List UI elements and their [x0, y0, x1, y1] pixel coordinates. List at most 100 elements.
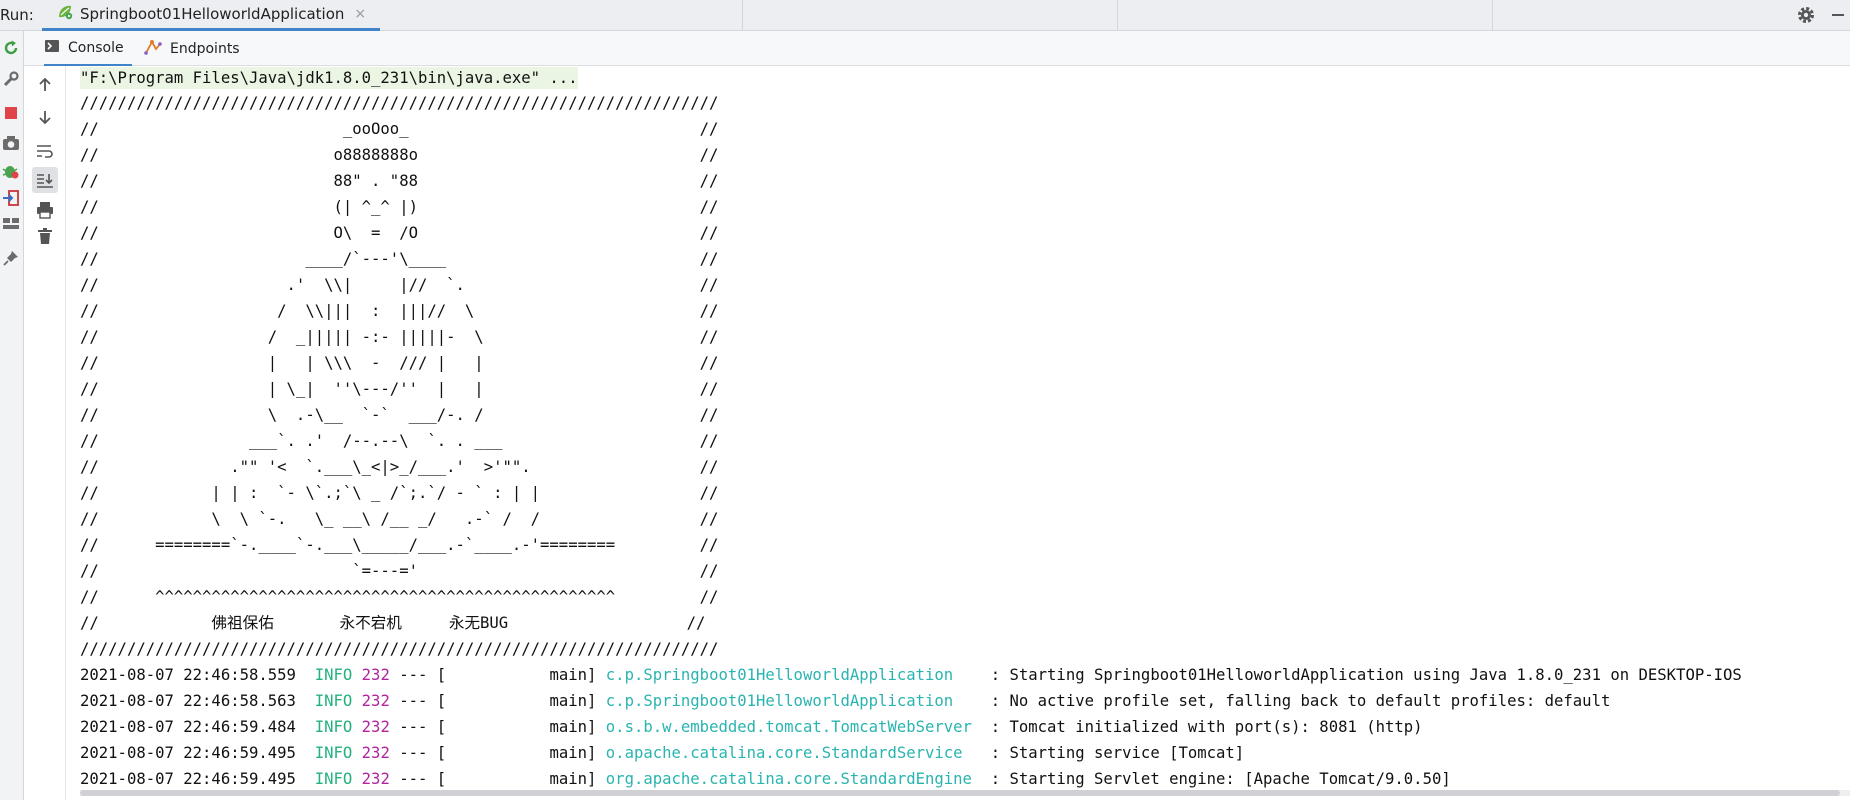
pin-icon[interactable]	[0, 247, 22, 269]
login-icon[interactable]	[0, 187, 22, 209]
log-message: : Starting Servlet engine: [Apache Tomca…	[981, 770, 1451, 788]
run-tab-springboot-app[interactable]: Springboot01HelloworldApplication ×	[42, 0, 380, 31]
banner-line: // ========`-.____`-.___\_____/___.-`___…	[80, 536, 719, 554]
log-line: 2021-08-07 22:46:58.559 INFO 232 --- [ m…	[80, 664, 1742, 686]
stop-icon[interactable]	[0, 102, 22, 124]
log-message: : Tomcat initialized with port(s): 8081 …	[981, 718, 1423, 736]
banner-line: // / _||||| -:- |||||- \ //	[80, 328, 719, 346]
log-line: 2021-08-07 22:46:59.484 INFO 232 --- [ m…	[80, 716, 1423, 738]
banner-line: // ___`. .' /--.--\ `. . ___ //	[80, 432, 719, 450]
log-line: 2021-08-07 22:46:58.563 INFO 232 --- [ m…	[80, 690, 1610, 712]
layout-icon[interactable]	[0, 213, 22, 235]
log-thread: [ main]	[436, 744, 597, 762]
log-level: INFO	[314, 692, 353, 710]
log-pid: 232	[361, 770, 390, 788]
banner-line: // (| ^_^ |) //	[80, 198, 719, 216]
banner-line: // ^^^^^^^^^^^^^^^^^^^^^^^^^^^^^^^^^^^^^…	[80, 588, 719, 606]
log-pid: 232	[361, 744, 390, 762]
log-level: INFO	[314, 718, 353, 736]
log-message: : No active profile set, falling back to…	[981, 692, 1611, 710]
log-thread: [ main]	[436, 692, 597, 710]
banner-line: // | | \\\ - /// | | //	[80, 354, 719, 372]
tab-endpoints-label: Endpoints	[170, 40, 240, 57]
banner-line: // | \_| ''\---/'' | | //	[80, 380, 719, 398]
run-left-toolbar	[0, 31, 24, 800]
banner-line: ////////////////////////////////////////…	[80, 640, 719, 658]
horizontal-scrollbar-thumb[interactable]	[80, 790, 1840, 796]
log-separator: ---	[399, 666, 428, 684]
log-timestamp: 2021-08-07 22:46:58.563	[80, 692, 296, 710]
print-icon[interactable]	[32, 197, 58, 223]
log-message: : Starting service [Tomcat]	[981, 744, 1245, 762]
log-message: : Starting Springboot01HelloworldApplica…	[981, 666, 1742, 684]
banner-line: // \ \ `-. \_ __\ /__ _/ .-` / / //	[80, 510, 719, 528]
log-level: INFO	[314, 666, 353, 684]
wrench-icon[interactable]	[0, 68, 22, 90]
log-pid: 232	[361, 718, 390, 736]
log-level: INFO	[314, 744, 353, 762]
log-thread: [ main]	[436, 718, 597, 736]
console-toolbar	[24, 66, 66, 800]
banner-line: ////////////////////////////////////////…	[80, 94, 719, 112]
java-command-line: "F:\Program Files\Java\jdk1.8.0_231\bin\…	[80, 67, 578, 89]
run-label: Run:	[0, 6, 34, 24]
log-separator: ---	[399, 744, 428, 762]
log-line: 2021-08-07 22:46:59.495 INFO 232 --- [ m…	[80, 768, 1451, 790]
tab-console[interactable]: Console	[44, 31, 132, 66]
log-separator: ---	[399, 770, 428, 788]
tab-console-label: Console	[68, 39, 124, 56]
log-level: INFO	[314, 770, 353, 788]
banner-line: // _ooOoo_ //	[80, 120, 719, 138]
log-logger[interactable]: c.p.Springboot01HelloworldApplication	[606, 692, 982, 710]
console-icon	[44, 38, 60, 58]
arrow-down-icon[interactable]	[32, 104, 58, 130]
log-timestamp: 2021-08-07 22:46:59.495	[80, 770, 296, 788]
tab-separator	[1492, 0, 1493, 31]
banner-line: // | | : `- \`.;`\ _ /`;.`/ - ` : | | //	[80, 484, 719, 502]
endpoints-icon	[144, 38, 162, 60]
soft-wrap-icon[interactable]	[32, 138, 58, 164]
banner-line: // ____/`---'\____ //	[80, 250, 719, 268]
run-subtabs: Console Endpoints	[24, 31, 1850, 66]
tab-separator	[1117, 0, 1118, 31]
log-pid: 232	[361, 692, 390, 710]
banner-line: // / \\||| : |||// \ //	[80, 302, 719, 320]
log-logger[interactable]: o.apache.catalina.core.StandardService	[606, 744, 982, 762]
log-logger[interactable]: org.apache.catalina.core.StandardEngine	[606, 770, 982, 788]
settings-gear-icon[interactable]	[1794, 3, 1818, 27]
banner-line: // .' \\| |// `. //	[80, 276, 719, 294]
log-timestamp: 2021-08-07 22:46:58.559	[80, 666, 296, 684]
console-output[interactable]: "F:\Program Files\Java\jdk1.8.0_231\bin\…	[80, 66, 1850, 800]
spring-boot-run-icon	[56, 3, 74, 25]
log-line: 2021-08-07 22:46:59.495 INFO 232 --- [ m…	[80, 742, 1244, 764]
horizontal-scrollbar[interactable]	[80, 790, 1850, 796]
log-pid: 232	[361, 666, 390, 684]
banner-line: // o8888888o //	[80, 146, 719, 164]
log-separator: ---	[399, 718, 428, 736]
banner-line: // 佛祖保佑 永不宕机 永无BUG //	[80, 614, 706, 632]
camera-icon[interactable]	[0, 132, 22, 154]
tab-endpoints[interactable]: Endpoints	[144, 31, 254, 66]
banner-line: // `=---=' //	[80, 562, 719, 580]
banner-line: // ."" '< `.___\_<|>_/___.' >'"". //	[80, 458, 719, 476]
scroll-to-end-icon[interactable]	[32, 167, 58, 193]
banner-line: // 88" . "88 //	[80, 172, 719, 190]
log-timestamp: 2021-08-07 22:46:59.484	[80, 718, 296, 736]
debug-bug-icon[interactable]	[0, 160, 22, 182]
log-timestamp: 2021-08-07 22:46:59.495	[80, 744, 296, 762]
arrow-up-icon[interactable]	[32, 72, 58, 98]
log-thread: [ main]	[436, 770, 597, 788]
run-toolwindow-header: Run: Springboot01HelloworldApplication ×	[0, 0, 1850, 31]
tab-separator	[742, 0, 743, 31]
banner-line: // O\ = /O //	[80, 224, 719, 242]
log-logger[interactable]: o.s.b.w.embedded.tomcat.TomcatWebServer	[606, 718, 982, 736]
rerun-icon[interactable]	[0, 37, 22, 59]
minimize-icon[interactable]	[1832, 14, 1844, 16]
run-tab-title: Springboot01HelloworldApplication	[80, 5, 345, 23]
trash-icon[interactable]	[32, 223, 58, 249]
log-logger[interactable]: c.p.Springboot01HelloworldApplication	[606, 666, 982, 684]
close-tab-icon[interactable]: ×	[354, 6, 366, 22]
log-thread: [ main]	[436, 666, 597, 684]
banner-line: // \ .-\__ `-` ___/-. / //	[80, 406, 719, 424]
log-separator: ---	[399, 692, 428, 710]
